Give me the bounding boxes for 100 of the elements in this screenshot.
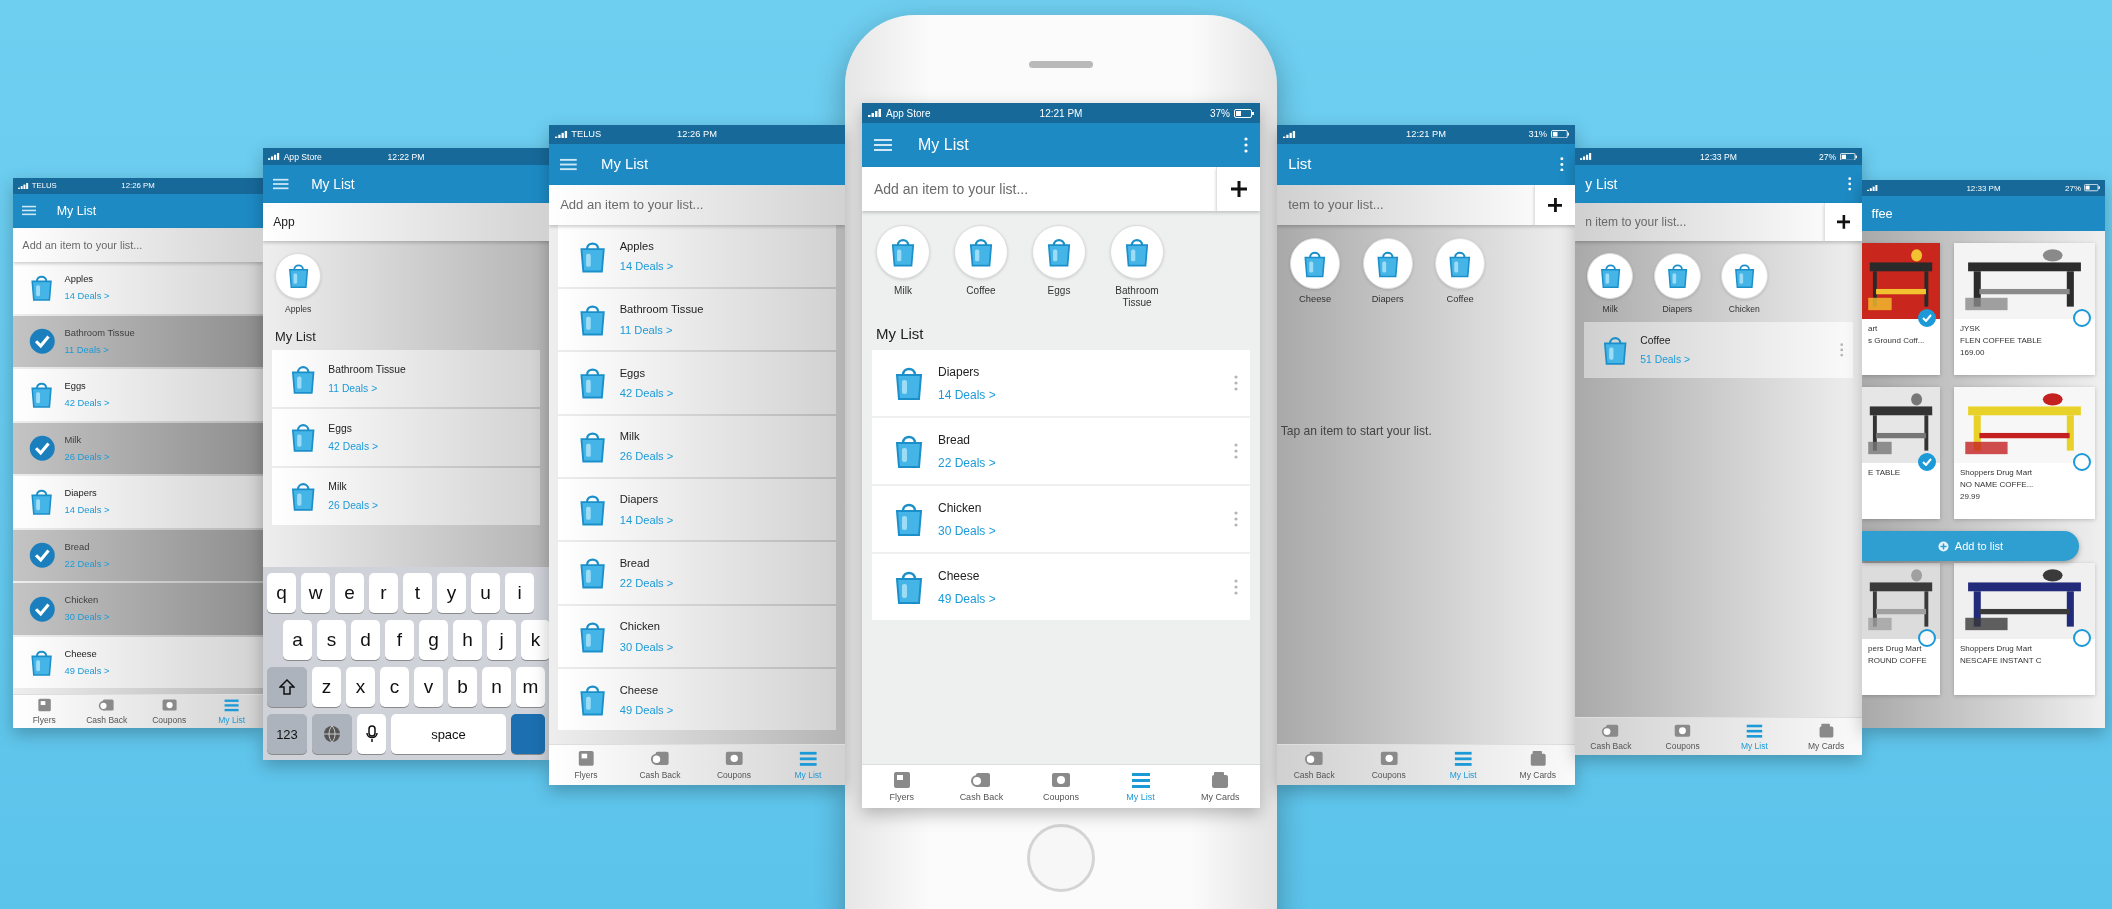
list-item[interactable]: Bathroom Tissue 11 Deals > (13, 315, 263, 368)
tab[interactable]: Cash Back (1575, 718, 1647, 755)
select-circle[interactable] (1918, 629, 1936, 648)
item-menu-button[interactable] (1839, 343, 1844, 357)
list-item[interactable]: Eggs 42 Deals > (13, 369, 263, 421)
list-item[interactable]: Eggs 42 Deals > (271, 409, 541, 466)
flyer-card[interactable]: JYSK FLEN COFFEE TABLE 169.00 (1954, 243, 2095, 376)
select-circle[interactable] (2073, 629, 2091, 648)
menu-button[interactable] (22, 205, 37, 217)
add-button[interactable] (1534, 184, 1575, 226)
menu-button[interactable] (273, 178, 289, 191)
key[interactable]: b (448, 667, 477, 707)
globe-key[interactable] (312, 714, 352, 754)
search-field[interactable]: Add an item to your list... (862, 167, 1216, 211)
list-item[interactable]: Chicken 30 Deals > (13, 583, 263, 635)
key[interactable]: a (283, 620, 312, 660)
add-button[interactable] (1824, 203, 1862, 241)
tab[interactable]: My Cards (1180, 765, 1260, 808)
more-button[interactable] (1244, 137, 1248, 153)
list-item[interactable]: Diapers 14 Deals > (872, 350, 1250, 416)
list-item[interactable]: Bathroom Tissue 11 Deals > (271, 350, 541, 408)
list-item[interactable]: Cheese 49 Deals > (872, 554, 1250, 620)
tab[interactable]: Flyers (862, 765, 942, 808)
key[interactable]: f (385, 620, 414, 660)
menu-button[interactable] (560, 157, 577, 171)
tab[interactable]: Flyers (13, 694, 76, 728)
tab[interactable]: Coupons (697, 745, 771, 785)
key[interactable]: g (419, 620, 448, 660)
key[interactable]: v (414, 667, 443, 707)
key[interactable]: z (312, 667, 341, 707)
more-button[interactable] (1848, 177, 1852, 191)
tab[interactable]: Cash Back (623, 745, 697, 785)
numbers-key[interactable]: 123 (267, 714, 307, 754)
key[interactable]: u (471, 573, 500, 613)
more-button[interactable] (1560, 156, 1564, 172)
flyer-card[interactable]: art s Ground Coff... (1862, 243, 1940, 376)
tab[interactable]: Coupons (1351, 745, 1426, 785)
key[interactable]: q (267, 573, 296, 613)
list-item[interactable]: Cheese 49 Deals > (558, 669, 836, 731)
add-button[interactable] (1216, 167, 1260, 211)
key[interactable]: d (351, 620, 380, 660)
tab[interactable]: Flyers (549, 745, 623, 785)
list-item[interactable]: Milk 26 Deals > (558, 415, 836, 477)
mic-key[interactable] (357, 714, 386, 754)
key[interactable]: h (453, 620, 482, 660)
list-item[interactable]: Bread 22 Deals > (13, 529, 263, 582)
select-circle[interactable] (2073, 453, 2091, 472)
tab[interactable]: Coupons (138, 694, 201, 728)
flyer-card[interactable]: E TABLE (1862, 387, 1940, 520)
tab[interactable]: Cash Back (941, 765, 1022, 808)
key[interactable]: t (403, 573, 432, 613)
item-menu-button[interactable] (1234, 511, 1238, 527)
list-item[interactable]: Cheese 49 Deals > (13, 636, 263, 688)
key[interactable]: e (335, 573, 364, 613)
list-item[interactable]: Bread 22 Deals > (872, 418, 1250, 484)
select-circle[interactable] (1918, 309, 1936, 328)
list-item[interactable]: Diapers 14 Deals > (13, 476, 263, 528)
key[interactable]: k (521, 620, 549, 660)
shift-key[interactable] (267, 667, 307, 707)
tab[interactable]: Coupons (1021, 765, 1101, 808)
flyer-card[interactable]: pers Drug Mart ROUND COFFE (1862, 563, 1940, 696)
search-field[interactable]: Add an item to your list... (13, 227, 263, 263)
list-item[interactable]: Chicken 30 Deals > (558, 605, 836, 668)
tab[interactable]: Coupons (1646, 718, 1719, 755)
key[interactable]: c (380, 667, 409, 707)
list-item[interactable]: Diapers 14 Deals > (558, 478, 836, 541)
tab[interactable]: My Cards (1790, 718, 1862, 755)
space-key[interactable]: space (391, 714, 506, 754)
search-field[interactable]: Add an item to your list... (549, 184, 845, 226)
key[interactable]: n (482, 667, 511, 707)
list-item[interactable]: Chicken 30 Deals > (872, 486, 1250, 552)
search-field[interactable]: App (263, 203, 549, 241)
key[interactable]: i (505, 573, 534, 613)
list-item[interactable]: Bathroom Tissue 11 Deals > (558, 288, 836, 351)
item-menu-button[interactable] (1234, 579, 1238, 595)
tab[interactable]: My Cards (1500, 745, 1575, 785)
key[interactable]: m (516, 667, 545, 707)
flyer-card[interactable]: Shoppers Drug Mart NO NAME COFFE... 29.99 (1954, 387, 2095, 520)
list-item[interactable]: Milk 26 Deals > (13, 422, 263, 475)
item-menu-button[interactable] (1234, 443, 1238, 459)
list-item[interactable]: Apples 14 Deals > (558, 225, 836, 287)
tab[interactable]: Cash Back (75, 694, 138, 728)
tab[interactable]: Cash Back (1277, 745, 1352, 785)
select-circle[interactable] (2073, 309, 2091, 328)
list-item[interactable]: Eggs 42 Deals > (558, 352, 836, 414)
key[interactable]: x (346, 667, 375, 707)
item-menu-button[interactable] (1234, 375, 1238, 391)
key[interactable]: r (369, 573, 398, 613)
menu-button[interactable] (874, 138, 892, 152)
flyer-card[interactable]: Shoppers Drug Mart NESCAFE INSTANT C (1954, 563, 2095, 696)
key[interactable]: w (301, 573, 330, 613)
list-item[interactable]: Bread 22 Deals > (558, 542, 836, 604)
list-item[interactable]: Coffee 51 Deals > (1583, 321, 1854, 379)
key[interactable]: j (487, 620, 516, 660)
key[interactable]: s (317, 620, 346, 660)
list-item[interactable]: Milk 26 Deals > (271, 467, 541, 525)
search-field[interactable]: n item to your list... (1575, 203, 1825, 241)
key[interactable]: y (437, 573, 466, 613)
list-item[interactable]: Apples 14 Deals > (13, 262, 263, 314)
search-field[interactable]: tem to your list... (1277, 184, 1535, 226)
